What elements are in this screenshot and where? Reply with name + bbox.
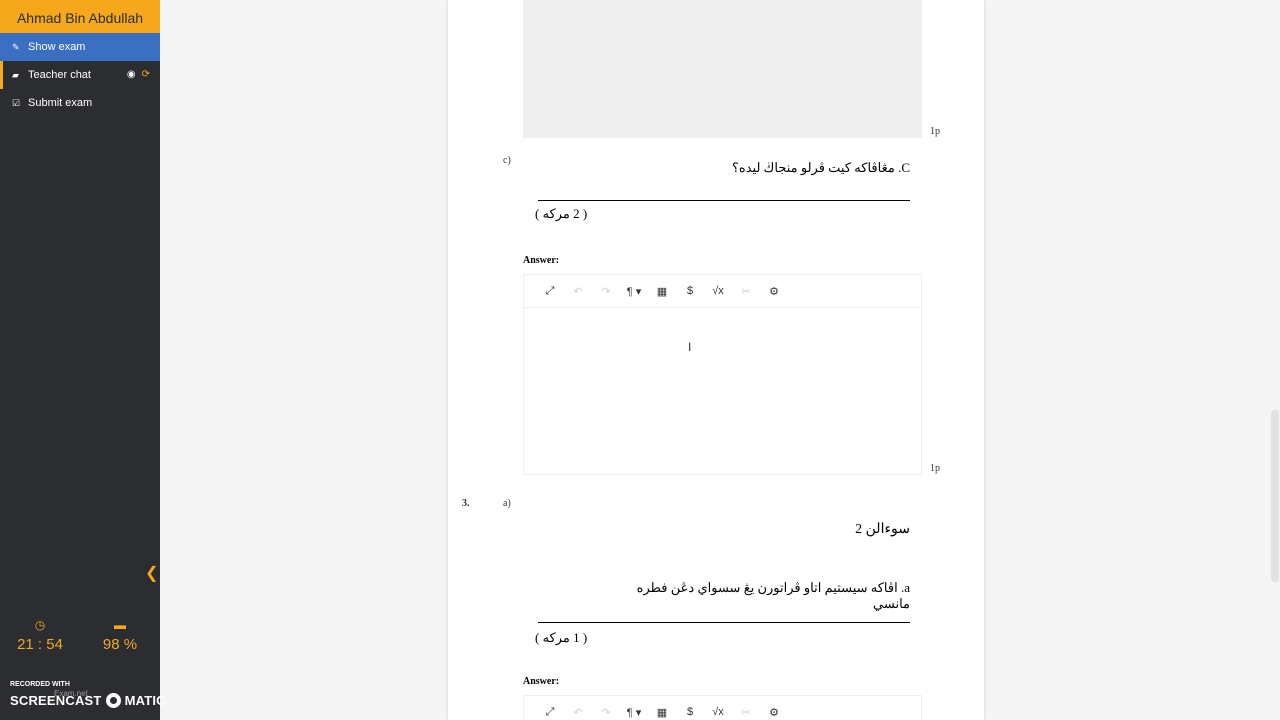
redo-icon[interactable]: ↷ <box>592 285 620 298</box>
puzzle-icon[interactable]: ⚙ <box>760 706 788 719</box>
paragraph-icon[interactable]: ¶ ▾ <box>620 706 648 719</box>
dollar-icon[interactable]: $ <box>676 706 704 718</box>
record-dot-icon <box>105 693 121 708</box>
expand-icon[interactable]: ⤢ <box>536 706 564 719</box>
answer-line <box>538 200 910 201</box>
table-icon[interactable]: ▦ <box>648 706 676 719</box>
user-name: Ahmad Bin Abdullah <box>0 0 160 33</box>
refresh-icon[interactable]: ⟳ <box>142 69 150 80</box>
sqrt-icon[interactable]: √x <box>704 706 732 718</box>
question-3-heading: سوءالن 2 <box>855 522 910 537</box>
teacher-chat-label: Teacher chat <box>28 69 91 81</box>
question-3a-label: a) <box>503 498 511 509</box>
sqrt-icon[interactable]: √x <box>704 285 732 297</box>
show-exam-label: Show exam <box>28 41 86 53</box>
answer-input[interactable] <box>524 308 921 474</box>
page-scrollbar[interactable] <box>1271 410 1279 582</box>
sidebar: Ahmad Bin Abdullah ✎ Show exam ▰ Teacher… <box>0 0 166 720</box>
question-c-text: C. مڠاڤاكه كيت ڤرلو منجاڬ ليده؟ <box>731 160 910 175</box>
battery-icon: ▬ <box>114 618 126 632</box>
redo-icon[interactable]: ↷ <box>592 706 620 719</box>
recorded-with-text: RECORDED WITH <box>10 681 70 688</box>
cut-icon[interactable]: ✂ <box>732 285 760 298</box>
battery-value: 98 % <box>102 636 138 653</box>
question-3a-text: a. اڤاكه سيستيم اتاو ڤراتورن يڠ سسواي دڠ… <box>636 580 910 611</box>
answer-editor: ⤢ ↶ ↷ ¶ ▾ ▦ $ √x ✂ ⚙ <box>523 274 922 475</box>
editor-toolbar: ⤢ ↶ ↷ ¶ ▾ ▦ $ √x ✂ ⚙ <box>524 275 921 308</box>
teacher-chat-button[interactable]: ▰ Teacher chat ◉ ⟳ <box>0 61 160 89</box>
timer-value: 21 : 54 <box>17 636 63 653</box>
submit-exam-label: Submit exam <box>28 97 93 109</box>
submit-exam-button[interactable]: ☑ Submit exam <box>0 89 160 117</box>
battery: ▬ 98 % <box>80 618 160 653</box>
answer-label: Answer: <box>523 676 560 687</box>
undo-icon[interactable]: ↶ <box>564 285 592 298</box>
collapse-sidebar-icon[interactable]: ❮ <box>145 563 158 583</box>
text-cursor-icon: I <box>688 340 692 354</box>
checkbox-icon: ☑ <box>12 97 21 108</box>
edit-icon: ✎ <box>12 41 20 52</box>
undo-icon[interactable]: ↶ <box>564 706 592 719</box>
exam-net-brand: Exam.net <box>54 689 88 698</box>
show-exam-button[interactable]: ✎ Show exam <box>0 33 160 61</box>
table-icon[interactable]: ▦ <box>648 285 676 298</box>
question-c-label: c) <box>503 155 511 166</box>
clock-icon: ◷ <box>34 618 46 632</box>
expand-icon[interactable]: ⤢ <box>536 285 564 298</box>
cut-icon[interactable]: ✂ <box>732 706 760 719</box>
paragraph-icon[interactable]: ¶ ▾ <box>620 285 648 298</box>
puzzle-icon[interactable]: ⚙ <box>760 285 788 298</box>
question-3-number: 3. <box>462 498 470 509</box>
target-icon[interactable]: ◉ <box>127 69 136 80</box>
chat-icon: ▰ <box>12 69 19 80</box>
dollar-icon[interactable]: $ <box>676 285 704 297</box>
answer-editor-2: ⤢ ↶ ↷ ¶ ▾ ▦ $ √x ✂ ⚙ <box>523 695 922 720</box>
points-label: 1p <box>930 126 940 137</box>
question-3a-marks: ( 1 مركه ) <box>535 630 588 645</box>
brand-right: MATIC <box>124 693 166 708</box>
previous-answer-area <box>523 0 922 138</box>
timer: ◷ 21 : 54 <box>0 618 80 653</box>
answer-label: Answer: <box>523 255 560 266</box>
points-label: 1p <box>930 463 940 474</box>
answer-line <box>538 622 910 623</box>
editor-toolbar-2: ⤢ ↶ ↷ ¶ ▾ ▦ $ √x ✂ ⚙ <box>524 696 921 720</box>
exam-paper: 1p c) C. مڠاڤاكه كيت ڤرلو منجاڬ ليده؟ ( … <box>448 0 984 720</box>
question-c-marks: ( 2 مركه ) <box>535 206 588 221</box>
